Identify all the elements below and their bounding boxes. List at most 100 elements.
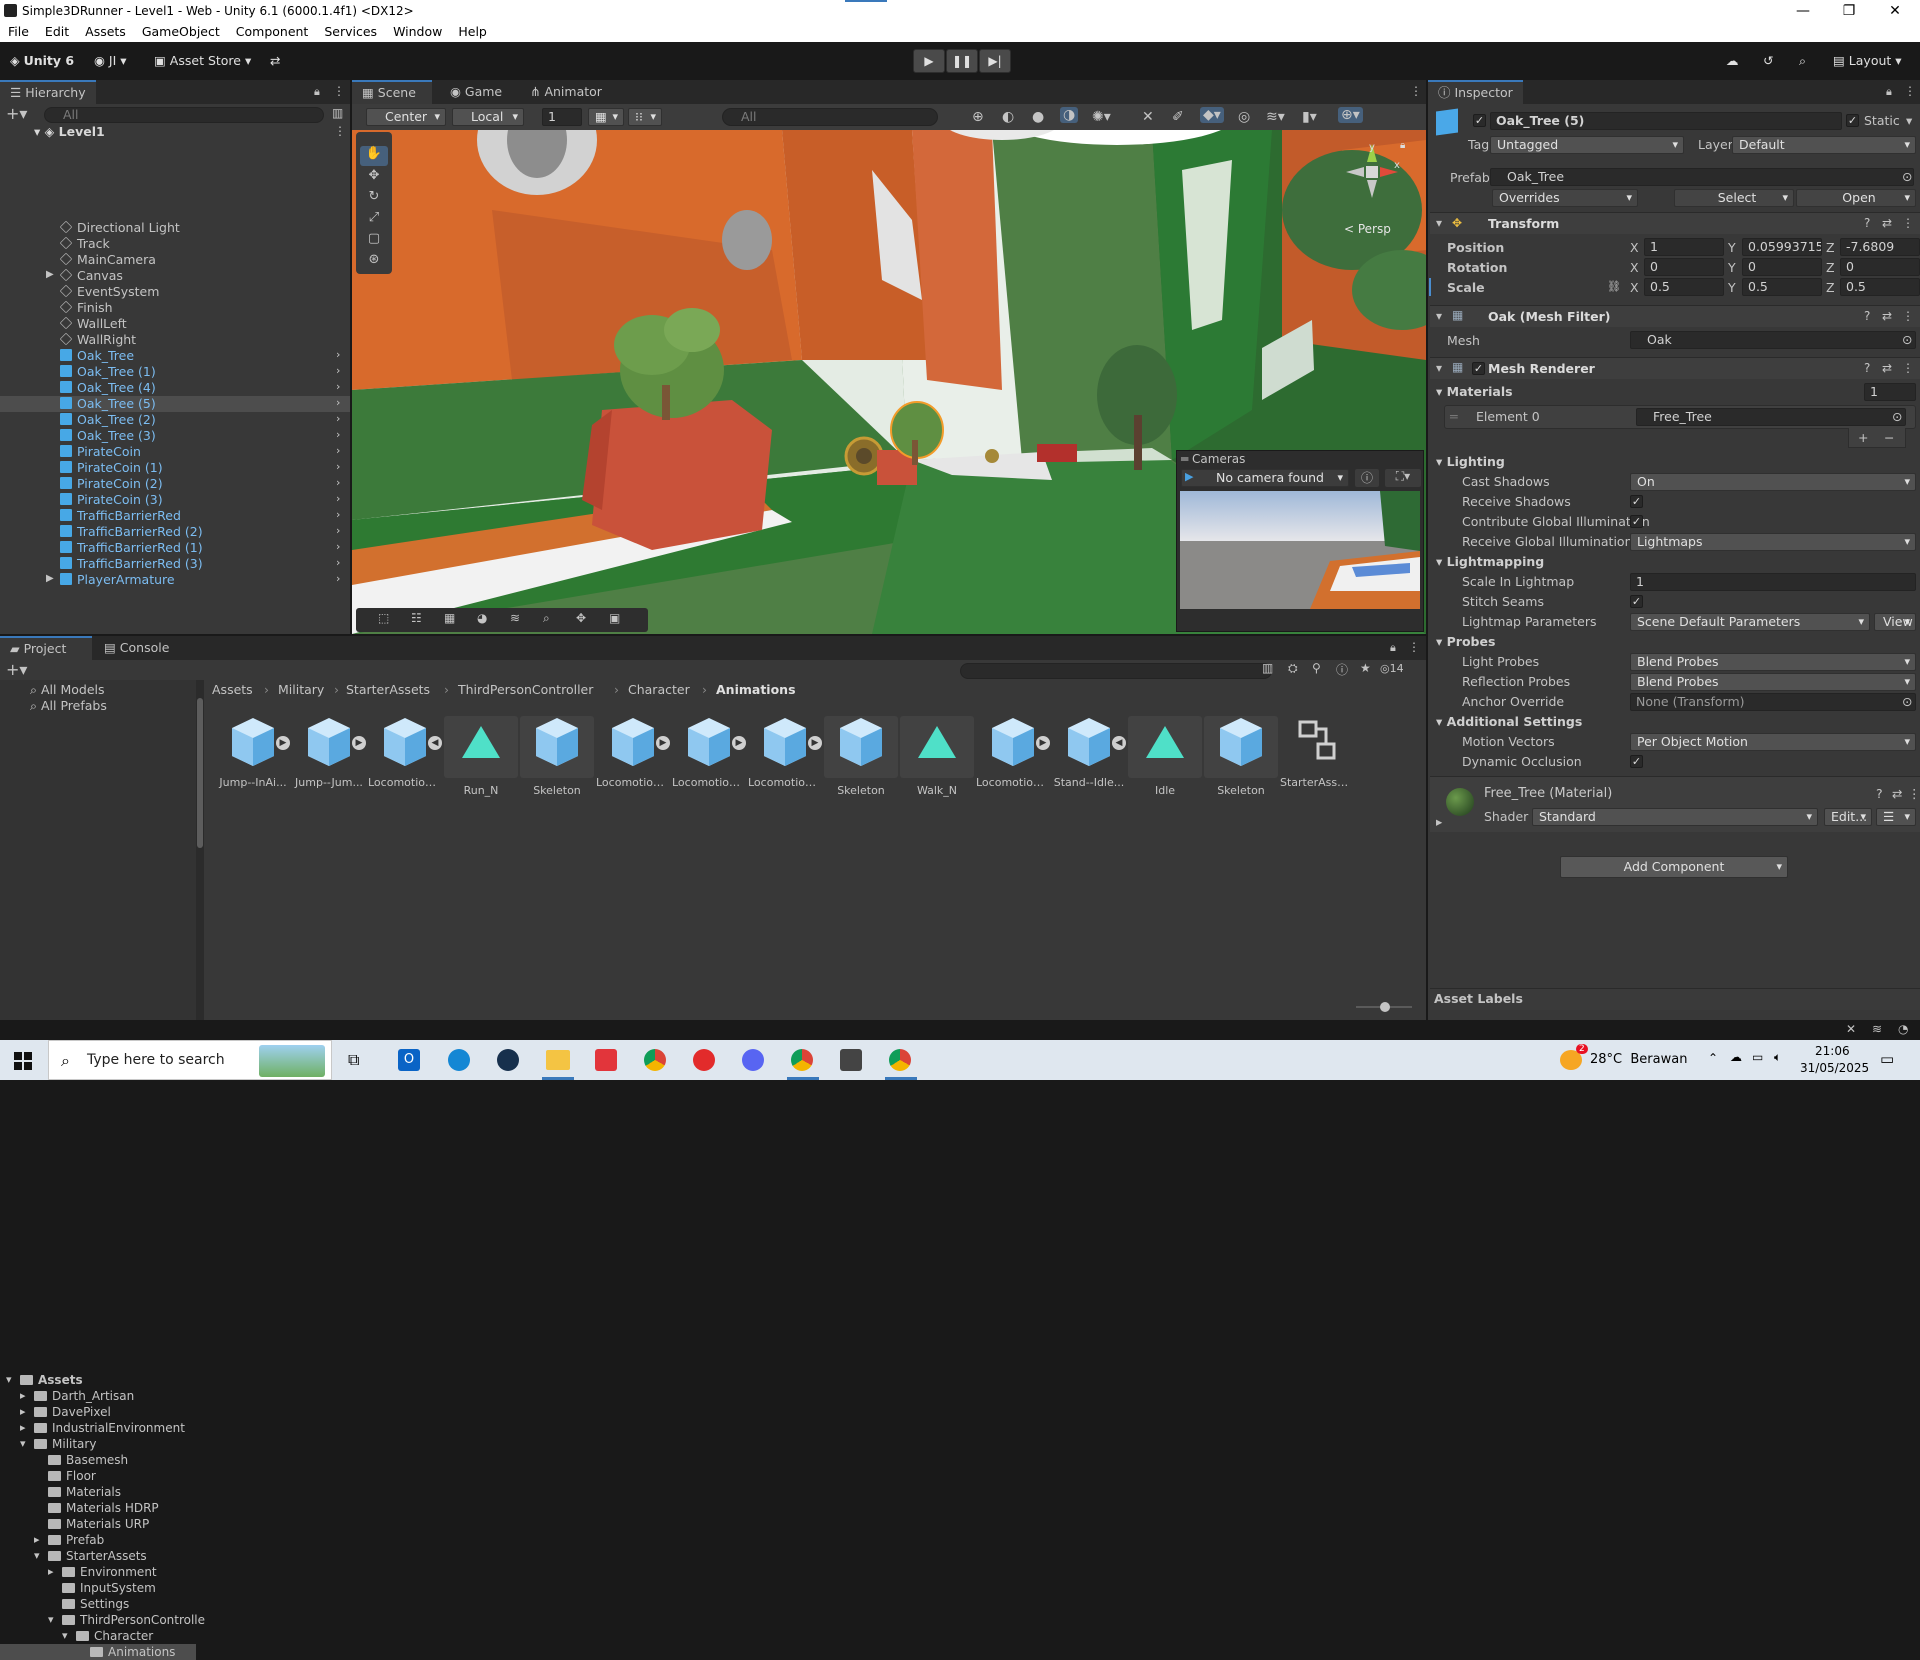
hierarchy-row[interactable]: WallRight [0, 332, 350, 348]
camera-info-icon[interactable]: ⓘ [1355, 469, 1379, 487]
scale-link-icon[interactable]: ⛓ [1607, 280, 1621, 293]
material-preset-icon[interactable]: ⇄ [1892, 786, 1902, 801]
add-object-button[interactable]: +▾ [6, 104, 27, 123]
gizmos-icon[interactable]: ⊕▾ [1338, 107, 1363, 123]
breadcrumb-assets[interactable]: Assets [212, 682, 253, 698]
edge-icon[interactable] [448, 1049, 470, 1071]
screen-icon[interactable]: ▣ [609, 611, 620, 625]
folder-foldout-icon[interactable]: ▾ [6, 1372, 12, 1388]
scene-layers-icon[interactable]: ≋▾ [1266, 109, 1285, 125]
step-button[interactable]: ▶| [979, 49, 1011, 73]
help-icon[interactable]: ? [1864, 216, 1870, 230]
folder-foldout-icon[interactable]: ▾ [48, 1612, 54, 1628]
cast-shadows-dropdown[interactable]: On [1630, 473, 1916, 491]
layer-dropdown[interactable]: Default [1732, 136, 1916, 154]
breadcrumb-character[interactable]: Character [628, 682, 690, 698]
clock-time[interactable]: 21:06 [1815, 1044, 1850, 1058]
hierarchy-row[interactable]: Oak_Tree (1) › [0, 364, 350, 380]
pivot-dropdown[interactable]: Center [366, 108, 446, 126]
pan-icon[interactable]: ✥ [576, 611, 586, 625]
prefab-picker-icon[interactable]: ⊙ [1902, 169, 1912, 184]
folder-foldout-icon[interactable]: ▸ [20, 1388, 26, 1404]
hierarchy-row[interactable]: PirateCoin (3) › [0, 492, 350, 508]
folder-tree-item[interactable]: Materials URP [0, 1516, 196, 1532]
account-button[interactable]: ◉ JI ▾ [94, 50, 127, 72]
space-dropdown[interactable]: Local [452, 108, 524, 126]
dynamic-occlusion-checkbox[interactable]: ✓ [1630, 755, 1643, 768]
lightmap-params-dropdown[interactable]: Scene Default Parameters [1630, 613, 1870, 631]
folder-tree-item[interactable]: Materials [0, 1484, 196, 1500]
lighting-toggle-icon[interactable]: ✺▾ [1092, 109, 1111, 125]
increment-snap-dropdown[interactable]: ⁝⁝ [628, 108, 662, 126]
static-checkbox[interactable]: ✓ [1846, 114, 1859, 127]
collapse-arrow-icon[interactable]: ◀ [1112, 736, 1126, 750]
rect-select-icon[interactable]: ⬚ [378, 611, 389, 625]
lightmapping-section[interactable]: ▾ Lightmapping [1436, 554, 1544, 569]
x-axis-label[interactable]: X [1630, 260, 1639, 275]
hierarchy-row[interactable]: TrafficBarrierRed (1) › [0, 540, 350, 556]
hierarchy-search-input[interactable]: All [44, 107, 324, 123]
tree-scrollbar[interactable] [196, 680, 204, 1020]
hierarchy-row[interactable]: TrafficBarrierRed (3) › [0, 556, 350, 572]
tray-chevron-icon[interactable]: ⌃ [1708, 1051, 1718, 1065]
search-icon[interactable]: ⌕ [1799, 50, 1806, 72]
active-checkbox[interactable]: ✓ [1473, 114, 1486, 127]
x-axis-label[interactable]: X [1630, 280, 1639, 295]
static-dropdown-icon[interactable]: ▾ [1906, 113, 1912, 128]
folder-tree-item[interactable]: Basemesh [0, 1452, 196, 1468]
mesh-renderer-enabled-checkbox[interactable]: ✓ [1472, 362, 1485, 375]
open-prefab-arrow-icon[interactable]: › [336, 476, 340, 489]
icon-size-thumb[interactable] [1380, 1002, 1390, 1012]
open-prefab-arrow-icon[interactable]: › [336, 524, 340, 537]
outlook-icon[interactable]: O [398, 1049, 420, 1071]
folder-foldout-icon[interactable]: ▾ [62, 1628, 68, 1644]
position-x-field[interactable]: 1 [1644, 238, 1724, 256]
create-asset-button[interactable]: +▾ [6, 660, 27, 679]
open-prefab-arrow-icon[interactable]: › [336, 428, 340, 441]
hierarchy-row[interactable]: ▶ PlayerArmature › [0, 572, 350, 588]
hierarchy-row[interactable]: ▶ Canvas [0, 268, 350, 284]
mesh-filter-menu-icon[interactable]: ⋮ [1902, 309, 1914, 323]
shading-textured-icon[interactable]: ◑ [1060, 107, 1079, 123]
anchor-override-field[interactable]: None (Transform) [1630, 693, 1916, 711]
additional-settings-section[interactable]: ▾ Additional Settings [1436, 714, 1582, 729]
windows-start-icon[interactable] [14, 1052, 32, 1070]
mesh-picker-icon[interactable]: ⊙ [1902, 332, 1912, 347]
asset-item[interactable]: Run_N [444, 716, 518, 797]
cache-icon[interactable]: ≋ [1872, 1022, 1882, 1036]
hierarchy-row[interactable]: Oak_Tree (5) › [0, 396, 350, 412]
material-foldout-icon[interactable]: ▸ [1436, 814, 1442, 829]
materials-count-field[interactable]: 1 [1864, 383, 1916, 401]
asset-item[interactable]: Skeleton [824, 716, 898, 797]
version-control-icon[interactable]: ⇄ [270, 50, 280, 72]
component-menu-icon[interactable]: ⋮ [1902, 216, 1914, 230]
chrome-profile-2-icon[interactable] [889, 1049, 911, 1071]
app-round-red-icon[interactable] [693, 1049, 715, 1071]
material-picker-icon[interactable]: ⊙ [1892, 409, 1902, 424]
y-axis-label[interactable]: Y [1728, 260, 1736, 275]
expand-arrow-icon[interactable]: ▶ [352, 736, 366, 750]
hierarchy-row[interactable]: Directional Light [0, 220, 350, 236]
bug-icon[interactable]: ✕ [1846, 1022, 1856, 1036]
hierarchy-row[interactable]: Finish [0, 300, 350, 316]
tab-hierarchy[interactable]: ☰ Hierarchy [0, 80, 96, 104]
menu-file[interactable]: File [0, 22, 37, 39]
network-icon[interactable]: ▭ [1752, 1050, 1763, 1064]
scale-tool-icon[interactable]: ⤢ [360, 210, 388, 230]
remove-element-icon[interactable]: − [1884, 430, 1894, 445]
mesh-filter-help-icon[interactable]: ? [1864, 309, 1870, 323]
open-prefab-arrow-icon[interactable]: › [336, 492, 340, 505]
grid-toggle-icon[interactable]: ▦ [444, 611, 455, 625]
scene-kebab-icon[interactable]: ⋮ [334, 124, 346, 138]
search-type-icon[interactable]: ▥ [1262, 661, 1273, 675]
hierarchy-row[interactable]: EventSystem [0, 284, 350, 300]
cloud-icon[interactable]: ☁ [1726, 50, 1739, 72]
hand-tool-icon[interactable]: ✋ [360, 146, 388, 166]
expand-arrow-icon[interactable]: ▶ [732, 736, 746, 750]
folder-tree-item[interactable]: Materials HDRP [0, 1500, 196, 1516]
menu-services[interactable]: Services [316, 22, 385, 39]
zoom-icon[interactable]: ⌕ [543, 611, 550, 626]
folder-tree-item[interactable]: ▸ DavePixel [0, 1404, 196, 1420]
tag-dropdown[interactable]: Untagged [1490, 136, 1684, 154]
light-probes-dropdown[interactable]: Blend Probes [1630, 653, 1916, 671]
